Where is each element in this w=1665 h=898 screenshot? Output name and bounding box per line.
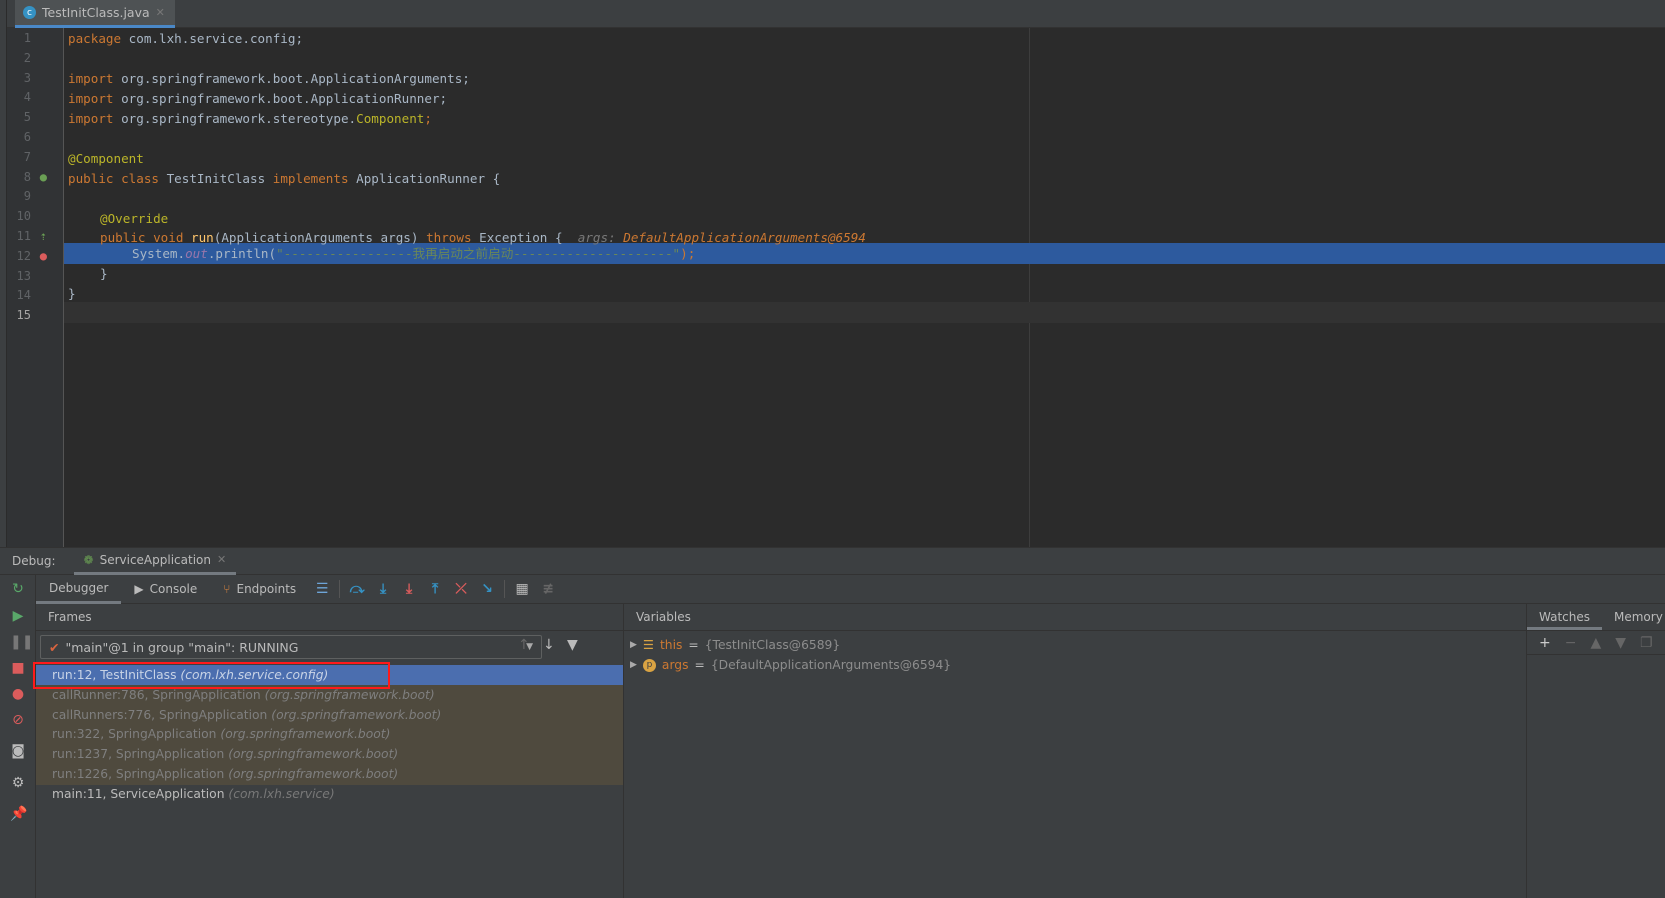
remove-icon[interactable]: − [1565, 635, 1577, 651]
force-step-into-icon[interactable]: ⤓ [396, 581, 422, 597]
tab-label: TestInitClass.java [42, 5, 150, 20]
annotation-highlight-box [33, 662, 390, 689]
breakpoint-icon[interactable]: ● [35, 246, 47, 267]
right-margin-guide [1029, 28, 1030, 547]
debug-header: Debug: ❁ ServiceApplication ✕ [0, 547, 1665, 575]
line-number: 8 [23, 169, 31, 184]
variables-panel: Variables ▶ ☰ this = {TestInitClass@6589} … [624, 604, 1527, 898]
line-number: 11 [16, 229, 31, 243]
check-icon: ✔ [49, 639, 60, 655]
add-icon[interactable]: + [1539, 635, 1551, 651]
debug-label: Debug: [12, 554, 56, 568]
step-out-icon[interactable]: ⤒ [422, 581, 448, 597]
line-number: 4 [23, 90, 31, 105]
rerun-icon[interactable]: ↻ [10, 581, 26, 597]
code-line: System.out.println("-----------------我再启… [132, 246, 696, 261]
code-line: import org.springframework.stereotype.Co… [68, 111, 432, 126]
editor-gutter: 1 2 3 4 5 6 7 8 9 10 11 12 13 14 15 ● ⇡ ● [7, 28, 64, 547]
step-into-icon[interactable]: ⤓ [370, 581, 396, 597]
thread-selector[interactable]: ✔ "main"@1 in group "main": RUNNING ▼ [40, 635, 542, 659]
expand-icon[interactable]: ▶ [630, 635, 637, 655]
trace-icon[interactable]: ≢ [535, 581, 561, 597]
drop-frame-icon[interactable]: ⤫ [448, 581, 474, 597]
side-tool-strip [0, 0, 7, 547]
camera-icon[interactable]: ◙ [10, 743, 26, 759]
frame-item[interactable]: run:1237, SpringApplication (org.springf… [36, 744, 623, 766]
code-line: } [68, 286, 76, 301]
code-line: import org.springframework.boot.Applicat… [68, 71, 470, 86]
tab-endpoints[interactable]: ⑂ Endpoints [210, 575, 309, 604]
implemented-icon[interactable]: ● [35, 167, 47, 188]
frame-item[interactable]: main:11, ServiceApplication (com.lxh.ser… [36, 784, 623, 805]
endpoints-icon: ⑂ [223, 582, 231, 596]
filter-icon[interactable]: ▼ [567, 637, 578, 653]
frames-header: Frames [36, 604, 623, 631]
code-line: package com.lxh.service.config; [68, 31, 304, 46]
code-line: @Override [100, 211, 169, 226]
move-down-icon[interactable]: ▼ [1615, 635, 1626, 651]
view-breakpoints-icon[interactable]: ● [10, 686, 26, 702]
frame-item[interactable]: run:322, SpringApplication (org.springfr… [36, 724, 623, 746]
layout-icon[interactable]: ☰ [309, 581, 335, 597]
variable-args[interactable]: ▶ p args = {DefaultApplicationArguments@65… [630, 655, 951, 675]
code-line: @Component [68, 151, 144, 166]
variable-this[interactable]: ▶ ☰ this = {TestInitClass@6589} [630, 635, 840, 655]
console-icon: ▶ [134, 582, 144, 596]
debugger-toolbar: Debugger ▶ Console ⑂ Endpoints ☰ ⤼ ⤓ ⤓ ⤒ ⤫… [36, 575, 1665, 604]
code-line: } [100, 266, 108, 281]
close-icon[interactable]: ✕ [156, 6, 165, 19]
tab-console[interactable]: ▶ Console [121, 575, 210, 604]
line-number: 12 [16, 248, 31, 263]
tab-memory[interactable]: Memory [1602, 604, 1665, 630]
arrow-up-icon[interactable]: ↑ [518, 637, 530, 653]
caret-line [64, 302, 1665, 323]
line-number: 10 [16, 209, 31, 224]
frame-item[interactable]: run:1226, SpringApplication (org.springf… [36, 764, 623, 785]
line-number: 9 [23, 189, 31, 204]
pin-icon[interactable]: 📌 [10, 806, 27, 822]
line-number: 13 [16, 268, 31, 283]
debug-side-toolbar: ↻ ▶ ❚❚ ■ ● ⊘ ◙ ⚙ 📌 [0, 575, 36, 898]
run-to-cursor-icon[interactable]: ↘ [474, 581, 500, 597]
evaluate-expression-icon[interactable]: ▦ [509, 581, 535, 597]
variables-header: Variables [624, 604, 1526, 631]
expand-icon[interactable]: ▶ [630, 655, 637, 675]
editor-tab-bar: c TestInitClass.java ✕ [7, 0, 1665, 28]
tab-testinitclass[interactable]: c TestInitClass.java ✕ [15, 0, 175, 28]
stop-icon[interactable]: ■ [10, 660, 26, 676]
mute-breakpoints-icon[interactable]: ⊘ [10, 712, 26, 728]
line-number: 3 [23, 70, 31, 85]
arrow-down-icon[interactable]: ↓ [543, 637, 555, 653]
move-up-icon[interactable]: ▲ [1590, 635, 1601, 651]
frame-item[interactable]: callRunners:776, SpringApplication (org.… [36, 704, 623, 726]
line-number: 5 [23, 110, 31, 125]
line-number: 14 [16, 288, 31, 303]
watches-panel: Watches Memory + − ▲ ▼ ❐ [1527, 604, 1665, 898]
copy-icon[interactable]: ❐ [1640, 635, 1653, 651]
code-line: public class TestInitClass implements Ap… [68, 171, 501, 186]
code-line: import org.springframework.boot.Applicat… [68, 91, 448, 106]
frames-panel: Frames ✔ "main"@1 in group "main": RUNNI… [33, 604, 624, 898]
close-icon[interactable]: ✕ [217, 553, 226, 566]
line-number: 1 [23, 31, 31, 45]
resume-icon[interactable]: ▶ [10, 608, 26, 624]
session-label: ServiceApplication [99, 552, 211, 567]
pause-icon[interactable]: ❚❚ [10, 634, 33, 650]
field-icon: ☰ [642, 638, 654, 652]
code-editor[interactable]: package com.lxh.service.config; import o… [64, 28, 1665, 547]
spring-boot-icon: ❁ [83, 552, 94, 567]
step-over-icon[interactable]: ⤼ [344, 581, 370, 597]
java-class-icon: c [23, 6, 36, 19]
tab-watches[interactable]: Watches [1527, 604, 1602, 630]
settings-icon[interactable]: ⚙ [10, 775, 26, 791]
line-number: 6 [23, 130, 31, 144]
override-icon[interactable]: ⇡ [35, 226, 47, 247]
debug-session-tab[interactable]: ❁ ServiceApplication ✕ [73, 547, 237, 575]
line-number: 7 [23, 149, 31, 164]
parameter-icon: p [642, 658, 656, 672]
line-number: 15 [16, 308, 31, 323]
tab-debugger[interactable]: Debugger [36, 575, 122, 604]
thread-label: "main"@1 in group "main": RUNNING [65, 639, 299, 655]
line-number: 2 [23, 50, 31, 65]
